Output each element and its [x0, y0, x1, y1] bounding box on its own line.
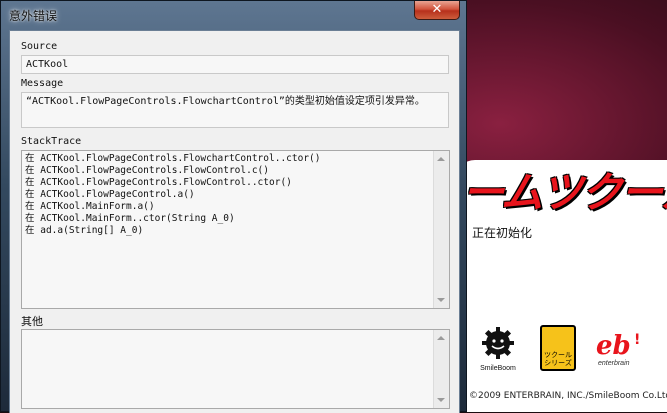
- stacktrace-line: 在 ACTKool.FlowPageControls.FlowControl.c…: [25, 165, 269, 176]
- enterbrain-label: enterbrain: [598, 360, 630, 367]
- stacktrace-scrollbar[interactable]: [433, 151, 449, 308]
- smileboom-label: SmileBoom: [480, 365, 516, 372]
- stacktrace-line: 在 ACTKool.MainForm..ctor(String A_0): [25, 213, 235, 224]
- source-field[interactable]: ACTKool: [21, 55, 449, 74]
- dialog-content: Source ACTKool Message “ACTKool.FlowPage…: [9, 30, 460, 413]
- enterbrain-logo-icon: eb ! enterbrain: [596, 331, 640, 367]
- scroll-up-icon[interactable]: [437, 336, 445, 340]
- svg-text:!: !: [634, 332, 640, 348]
- error-dialog: 意外错误 ✕ Source ACTKool Message “ACTKool.F…: [0, 0, 467, 413]
- title-bar[interactable]: 意外错误 ✕: [1, 1, 466, 31]
- svg-text:eb: eb: [596, 331, 631, 361]
- stacktrace-line: 在 ad.a(String[] A_0): [25, 225, 144, 236]
- scroll-up-icon[interactable]: [437, 157, 445, 161]
- stacktrace-line: 在 ACTKool.FlowPageControl.a(): [25, 189, 195, 200]
- message-label: Message: [21, 78, 64, 89]
- scroll-down-icon[interactable]: [437, 398, 445, 402]
- tkool-series-badge: ツクール シリーズ: [540, 325, 576, 371]
- stacktrace-lines: 在 ACTKool.FlowPageControls.FlowchartCont…: [25, 153, 431, 237]
- tkool-series-label: ツクール シリーズ: [544, 351, 572, 367]
- window-title: 意外错误: [9, 9, 58, 23]
- stacktrace-textarea[interactable]: 在 ACTKool.FlowPageControls.FlowchartCont…: [21, 150, 450, 309]
- other-scrollbar[interactable]: [433, 330, 449, 408]
- close-button[interactable]: ✕: [414, 1, 460, 20]
- stacktrace-line: 在 ACTKool.MainForm.a(): [25, 201, 155, 212]
- scroll-down-icon[interactable]: [437, 298, 445, 302]
- copyright-text: ©2009 ENTERBRAIN, INC./SmileBoom Co.Ltd.: [469, 391, 667, 401]
- splash-status-text: 正在初始化: [472, 226, 533, 240]
- other-label: 其他: [21, 315, 43, 328]
- stacktrace-line: 在 ACTKool.FlowPageControls.FlowchartCont…: [25, 153, 321, 164]
- close-icon: ✕: [431, 2, 443, 17]
- stacktrace-label: StackTrace: [21, 136, 82, 147]
- smileboom-logo-icon: SmileBoom: [480, 327, 516, 372]
- other-textarea[interactable]: [21, 329, 450, 409]
- message-field[interactable]: “ACTKool.FlowPageControls.FlowchartContr…: [21, 92, 449, 128]
- source-label: Source: [21, 41, 58, 52]
- splash-logo: ームツクール: [462, 168, 667, 217]
- stacktrace-line: 在 ACTKool.FlowPageControls.FlowControl..…: [25, 177, 292, 188]
